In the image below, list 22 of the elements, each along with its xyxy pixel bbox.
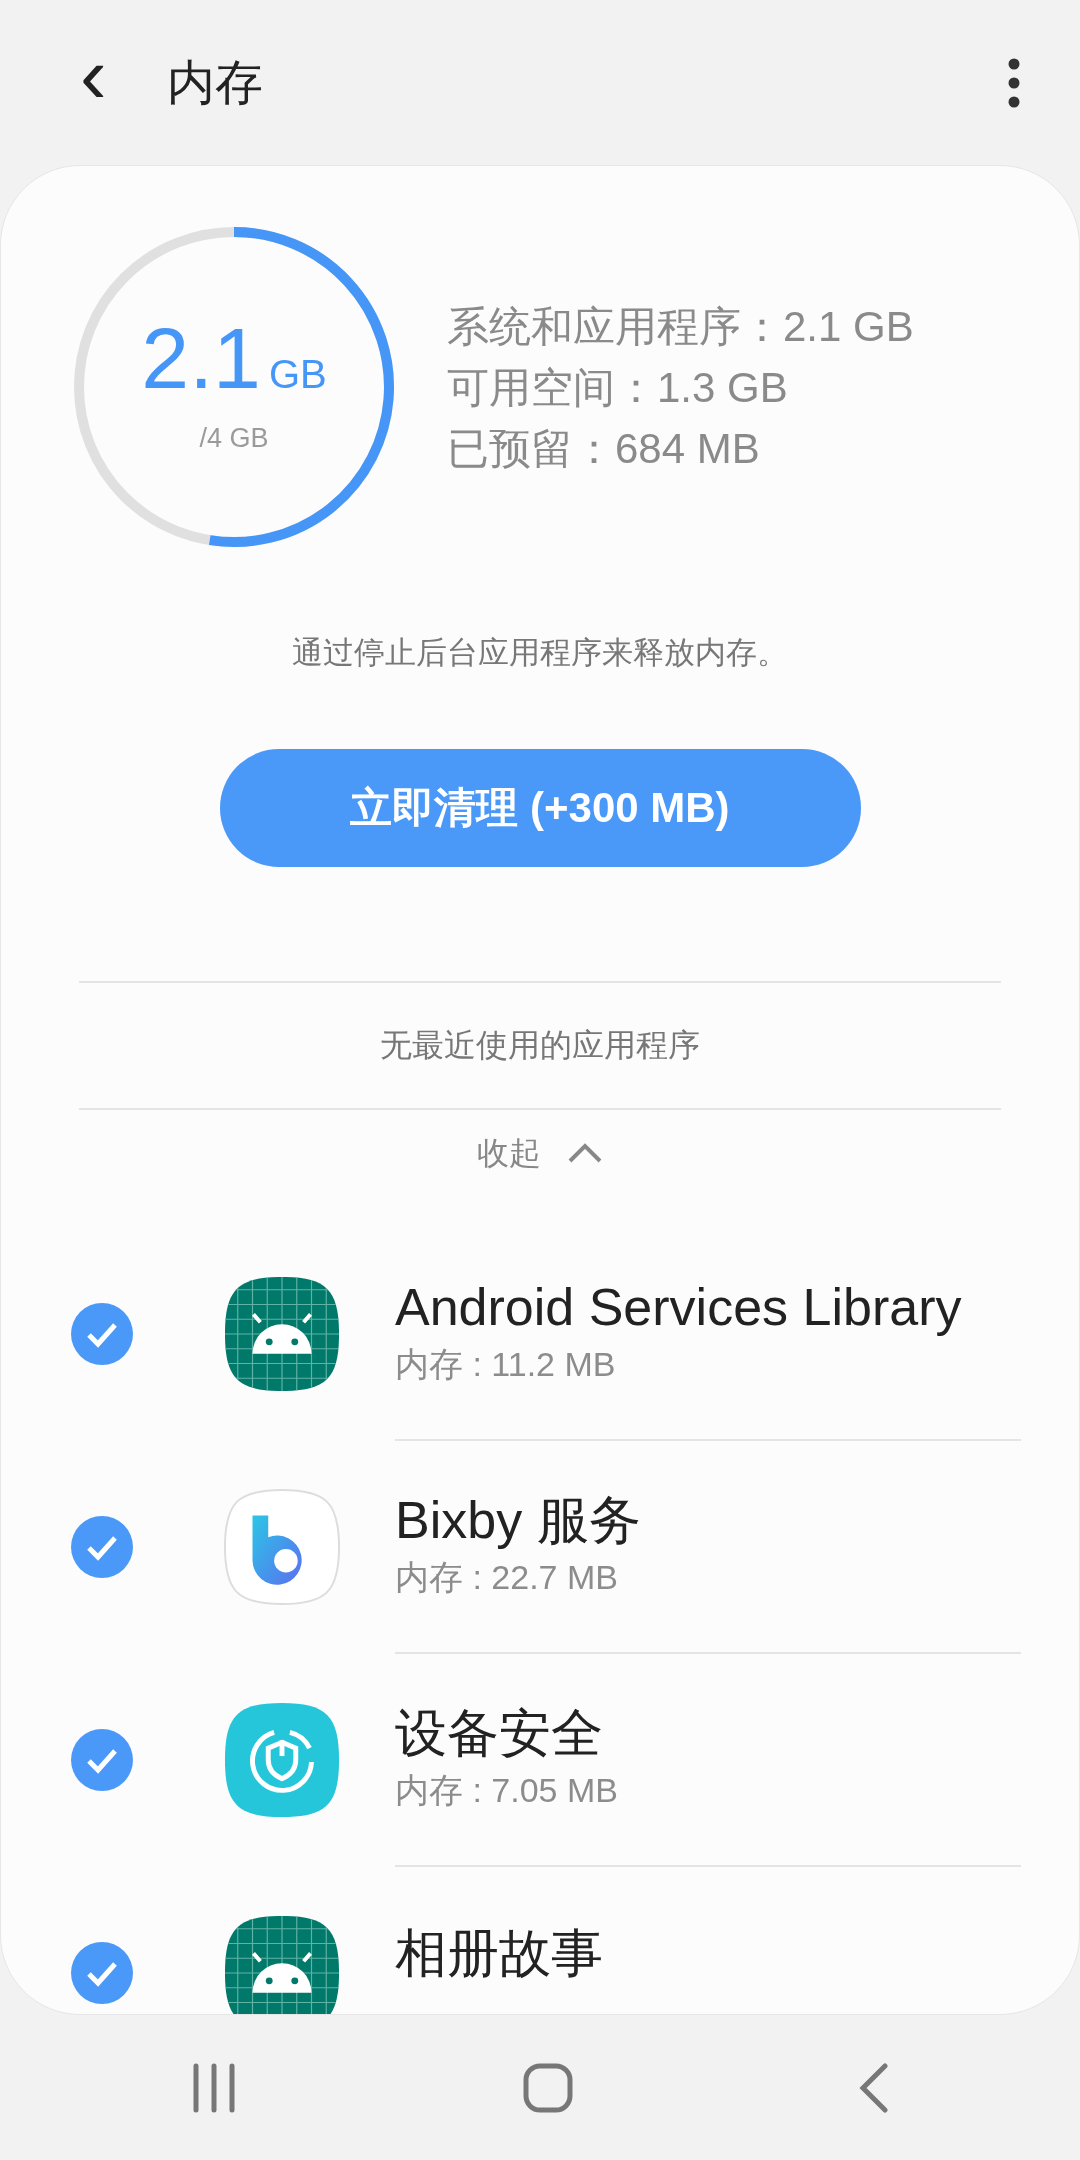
total-memory: /4 GB [199, 422, 269, 456]
page-title: 内存 [166, 54, 263, 111]
used-memory-value: 2.1 [141, 315, 261, 402]
bixby-app-icon [223, 1488, 341, 1606]
app-memory: 内存 : 11.2 MB [395, 1343, 617, 1385]
memory-detail: 可用空间：1.3 GB [447, 362, 789, 413]
no-recent-apps-text: 无最近使用的应用程序 [380, 1026, 700, 1065]
app-memory: 内存 : 7.05 MB [395, 1769, 619, 1811]
description-text: 通过停止后台应用程序来释放内存。 [292, 635, 788, 670]
app-name: 相册故事 [395, 1922, 604, 1984]
used-memory-unit: GB [268, 351, 327, 399]
memory-detail: 系统和应用程序：2.1 GB [447, 301, 914, 352]
more-options-icon[interactable] [1008, 57, 1020, 108]
collapse-button[interactable]: 收起 [471, 1127, 609, 1178]
app-memory: 内存 : 22.7 MB [395, 1556, 619, 1598]
memory-detail: 已预留：684 MB [447, 423, 761, 474]
app-name: Bixby 服务 [395, 1490, 642, 1552]
shield-app-icon [223, 1701, 341, 1819]
app-name: 设备安全 [395, 1703, 604, 1765]
clean-now-button[interactable]: 立即清理 (+300 MB) [219, 748, 861, 867]
app-name: Android Services Library [395, 1277, 963, 1339]
back-button[interactable]: ‹ [60, 35, 127, 130]
